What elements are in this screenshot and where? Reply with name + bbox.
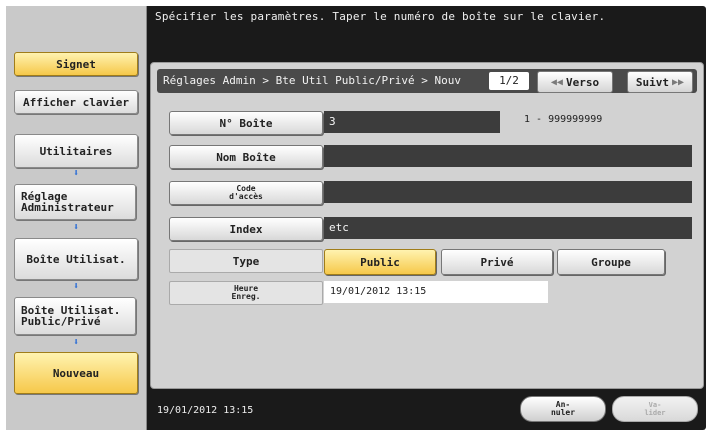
afficher-clavier-label: Afficher clavier — [23, 95, 129, 109]
step-label: Boîte Utilisat. Public/Privé — [21, 304, 121, 328]
type-prive-button[interactable]: Privé — [441, 249, 553, 275]
cancel-button[interactable]: An- nuler — [520, 396, 606, 422]
access-code-input[interactable] — [324, 181, 692, 203]
box-number-range: 1 - 999999999 — [524, 114, 603, 125]
step-label: Boîte Utilisat. — [26, 252, 126, 266]
step-boite-utilisat-button[interactable]: Boîte Utilisat. — [14, 238, 138, 280]
box-name-label: Nom Boîte — [216, 150, 276, 164]
step-label: Nouveau — [52, 366, 100, 380]
breadcrumb-bar: Réglages Admin > Bte Util Public/Privé >… — [157, 69, 697, 93]
access-code-label-line2: d'accès — [229, 192, 263, 201]
box-number-input[interactable]: 3 — [324, 111, 500, 133]
cancel-label-line2: nuler — [550, 408, 576, 417]
registration-time-label-line2: Enreg. — [231, 292, 261, 301]
step-reglage-admin-button[interactable]: Réglage Administrateur — [14, 184, 136, 220]
afficher-clavier-button[interactable]: Afficher clavier — [14, 90, 138, 114]
double-chevron-left-icon: ◀◀ — [550, 76, 563, 88]
prev-page-button[interactable]: ◀◀ Verso — [537, 71, 613, 93]
box-number-button[interactable]: N° Boîte — [169, 111, 323, 135]
box-name-button[interactable]: Nom Boîte — [169, 145, 323, 169]
step-nouveau-button[interactable]: Nouveau — [14, 352, 138, 394]
next-page-button[interactable]: Suivt ▶▶ — [627, 71, 693, 93]
type-option-label: Privé — [480, 255, 514, 269]
index-input[interactable]: etc — [324, 217, 692, 239]
arrow-down-icon — [69, 338, 83, 348]
access-code-button[interactable]: Code d'accès — [169, 181, 323, 205]
double-chevron-right-icon: ▶▶ — [672, 76, 685, 88]
instruction-text: Spécifier les paramètres. Taper le numér… — [155, 10, 606, 23]
main-panel: Réglages Admin > Bte Util Public/Privé >… — [150, 62, 704, 389]
validate-button[interactable]: Va- lider — [612, 396, 698, 422]
box-number-label: N° Boîte — [219, 116, 273, 130]
type-public-button[interactable]: Public — [324, 249, 436, 275]
arrow-down-icon — [69, 169, 83, 179]
step-boite-public-prive-button[interactable]: Boîte Utilisat. Public/Privé — [14, 297, 136, 335]
left-panel: Signet Afficher clavier Utilitaires Régl… — [6, 6, 147, 430]
type-label: Type — [169, 249, 323, 273]
index-label: Index — [229, 222, 263, 236]
validate-label-line1: Va- — [648, 401, 662, 409]
arrow-down-icon — [69, 282, 83, 292]
type-groupe-button[interactable]: Groupe — [557, 249, 665, 275]
footer-datetime: 19/01/2012 13:15 — [157, 405, 254, 416]
arrow-down-icon — [69, 223, 83, 233]
validate-label-line2: lider — [644, 409, 666, 417]
index-button[interactable]: Index — [169, 217, 323, 241]
type-option-label: Public — [360, 255, 400, 269]
step-utilitaires-button[interactable]: Utilitaires — [14, 134, 138, 168]
box-name-input[interactable] — [324, 145, 692, 167]
step-label: Réglage Administrateur — [21, 190, 114, 214]
registration-time-value: 19/01/2012 13:15 — [324, 281, 548, 303]
breadcrumb: Réglages Admin > Bte Util Public/Privé >… — [163, 74, 462, 87]
type-option-label: Groupe — [591, 255, 631, 269]
signet-label: Signet — [56, 57, 96, 71]
page-indicator: 1/2 — [489, 72, 529, 90]
registration-time-label: Heure Enreg. — [169, 281, 323, 305]
signet-button[interactable]: Signet — [14, 52, 138, 76]
prev-page-label: Verso — [565, 75, 600, 89]
next-page-label: Suivt — [635, 75, 670, 89]
step-label: Utilitaires — [39, 144, 113, 158]
